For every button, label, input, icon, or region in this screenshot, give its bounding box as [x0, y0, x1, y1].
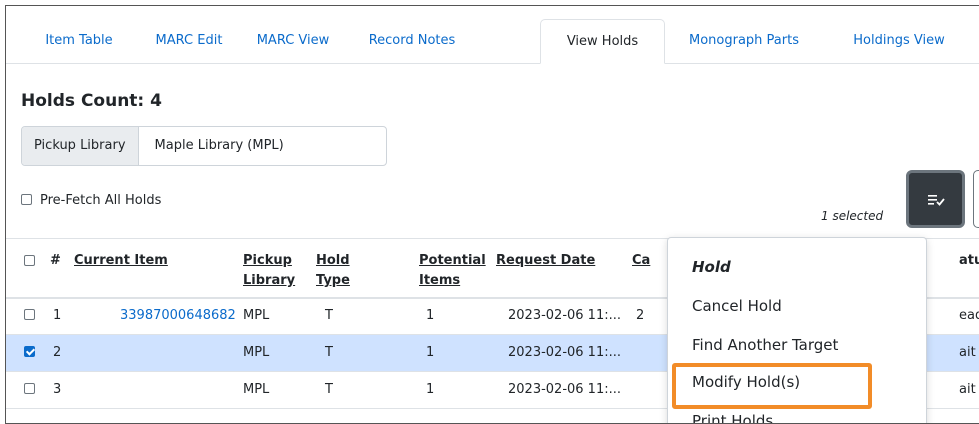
- row-potential-items: 1: [426, 382, 435, 397]
- row-pickup: MPL: [243, 308, 270, 323]
- header-pickup-line2: Library: [243, 273, 296, 288]
- header-capture[interactable]: Ca: [632, 251, 650, 271]
- header-potential-line1: Potential: [419, 253, 486, 268]
- header-hold-line1: Hold: [316, 253, 350, 268]
- row-potential-items: 1: [426, 345, 435, 360]
- menu-header-hold: Hold: [692, 258, 731, 276]
- pickup-library-label: Pickup Library: [22, 127, 139, 165]
- actions-dropdown-menu: Hold Cancel Hold Find Another Target Mod…: [667, 237, 927, 423]
- select-all-checkbox[interactable]: [24, 255, 35, 266]
- header-row-number: #: [50, 253, 61, 268]
- tab-holdings-view[interactable]: Holdings View: [839, 19, 959, 63]
- actions-menu-button[interactable]: [906, 170, 965, 228]
- row-hold-type: T: [325, 345, 333, 360]
- header-pickup-library[interactable]: Pickup Library: [243, 251, 295, 291]
- tab-marc-view[interactable]: MARC View: [248, 19, 338, 63]
- current-item-link[interactable]: 33987000648682: [120, 308, 236, 323]
- header-pickup-line1: Pickup: [243, 253, 292, 268]
- row-pickup: MPL: [243, 345, 270, 360]
- selected-count: 1 selected: [821, 209, 884, 223]
- menu-item-find-another-target[interactable]: Find Another Target: [692, 336, 838, 354]
- prefetch-holds-option: Pre-Fetch All Holds: [21, 193, 161, 208]
- row-request-date: 2023-02-06 11:...: [508, 345, 622, 360]
- menu-item-modify-holds[interactable]: Modify Hold(s): [692, 373, 800, 391]
- row-potential-items: 1: [426, 308, 435, 323]
- menu-item-print-holds[interactable]: Print Holds: [692, 412, 773, 423]
- row-status: ead: [959, 308, 979, 323]
- header-potential-line2: Items: [419, 273, 461, 288]
- row-request-date: 2023-02-06 11:...: [508, 382, 622, 397]
- menu-item-cancel-hold[interactable]: Cancel Hold: [692, 297, 782, 315]
- prefetch-checkbox[interactable]: [21, 193, 32, 205]
- row-checkbox[interactable]: [24, 308, 35, 320]
- pickup-library-input[interactable]: Maple Library (MPL): [139, 127, 300, 165]
- tab-record-notes[interactable]: Record Notes: [357, 19, 467, 63]
- row-number: 2: [53, 345, 62, 360]
- row-checkbox[interactable]: [24, 382, 35, 394]
- prefetch-label: Pre-Fetch All Holds: [40, 193, 162, 208]
- row-hold-type: T: [325, 382, 333, 397]
- row-status: ait: [959, 345, 976, 360]
- holds-panel: Item Table MARC Edit MARC View Record No…: [5, 5, 979, 424]
- row-checkbox[interactable]: [24, 345, 35, 357]
- list-check-icon: [927, 194, 945, 206]
- row-request-date: 2023-02-06 11:...: [508, 308, 622, 323]
- record-tabs: Item Table MARC Edit MARC View Record No…: [6, 19, 979, 64]
- row-pickup: MPL: [243, 382, 270, 397]
- tab-view-holds[interactable]: View Holds: [540, 19, 665, 64]
- tab-item-table[interactable]: Item Table: [31, 19, 127, 63]
- row-status: ait: [959, 382, 976, 397]
- pickup-library-selector: Pickup Library Maple Library (MPL): [21, 126, 387, 166]
- header-status[interactable]: atu: [959, 251, 979, 271]
- holds-count-title: Holds Count: 4: [21, 91, 162, 111]
- header-request-date[interactable]: Request Date: [496, 251, 595, 271]
- header-hold-type[interactable]: Hold Type: [316, 251, 350, 291]
- header-potential-items[interactable]: Potential Items: [419, 251, 486, 291]
- row-capture: 2: [636, 308, 645, 323]
- header-hold-line2: Type: [316, 273, 350, 288]
- tab-marc-edit[interactable]: MARC Edit: [149, 19, 229, 63]
- column-config-button[interactable]: [973, 170, 979, 228]
- row-number: 1: [53, 308, 62, 323]
- row-hold-type: T: [325, 308, 333, 323]
- row-number: 3: [53, 382, 62, 397]
- tab-monograph-parts[interactable]: Monograph Parts: [679, 19, 809, 63]
- header-current-item[interactable]: Current Item: [74, 251, 168, 271]
